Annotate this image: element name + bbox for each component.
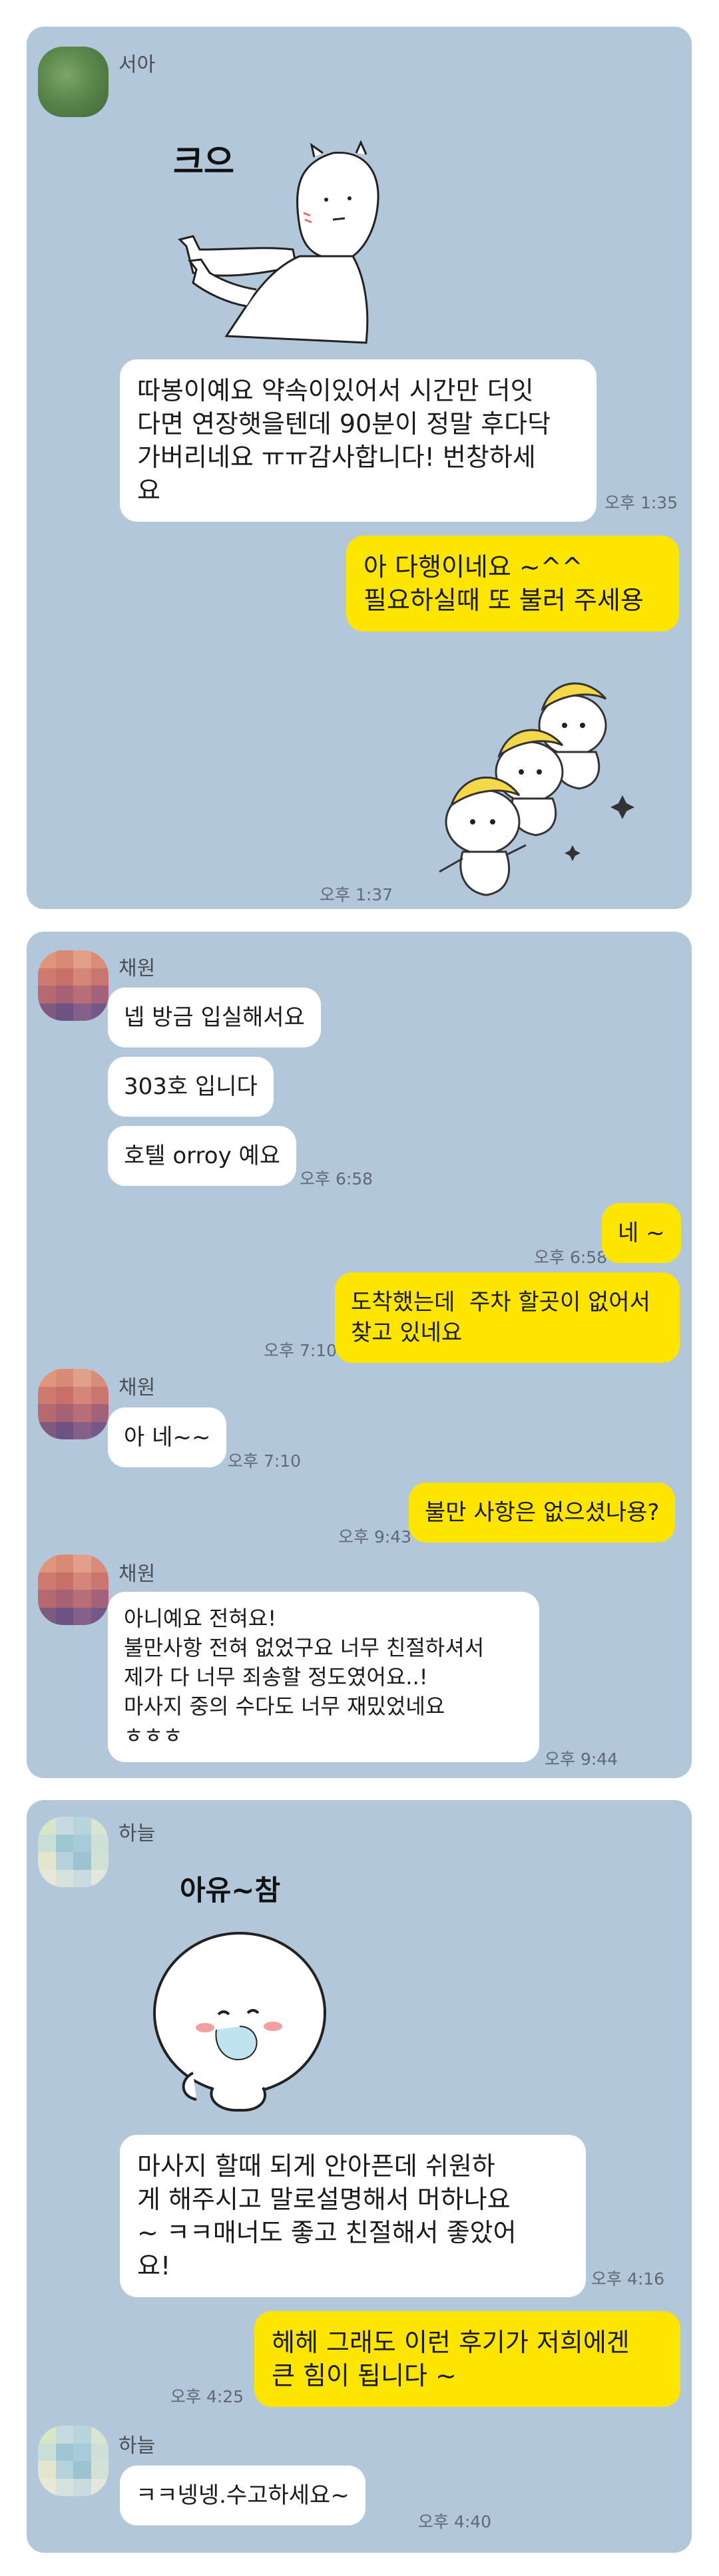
message-time: 오후 7:10 [264, 1341, 338, 1360]
message-time: 오후 6:58 [300, 1169, 373, 1189]
message-time: 오후 4:16 [591, 2269, 665, 2289]
message-time: 오후 9:44 [545, 1749, 618, 1769]
sender-name: 채원 [119, 1563, 156, 1586]
sticker-caption: 아유~참 [180, 1874, 280, 1907]
my-message-bubble[interactable]: 네 ~ [602, 1203, 681, 1263]
avatar-haneul[interactable] [38, 2426, 109, 2496]
chat-card-3: 하늘 아유~참 마사지 할때 되게 안아픈데 쉬원하 게 해주시고 말로설명해서… [27, 1800, 692, 2553]
message-time: 오후 1:35 [604, 493, 678, 512]
sender-name: 하늘 [119, 2434, 156, 2458]
chat-card-1: 서아 크으 따봉이예요 약속이있어서 시간만 더잇 다면 연장햇을텐데 90분이… [27, 27, 692, 909]
chat-card-2: 채원 넵 방금 입실해서요 303호 입니다 호텔 orroy 예요 오후 6:… [27, 932, 692, 1778]
avatar-haneul[interactable] [38, 1817, 109, 1887]
message-bubble[interactable]: 아 네~~ [108, 1407, 227, 1467]
avatar-chaewon[interactable] [38, 950, 109, 1021]
thumbs-up-sticker[interactable]: 크으 [133, 113, 426, 359]
message-bubble[interactable]: 넵 방금 입실해서요 [108, 988, 321, 1047]
sender-name: 채원 [119, 1376, 156, 1399]
message-bubble[interactable]: 아니예요 전혀요! 불만사항 전혀 없었구요 너무 친절하셔서 제가 다 너무 … [108, 1592, 539, 1762]
message-time: 오후 9:43 [338, 1527, 412, 1547]
my-message-bubble[interactable]: 헤헤 그래도 이런 후기가 저희에겐 큰 힘이 됩니다 ~ [254, 2311, 680, 2407]
sender-name: 하늘 [119, 1822, 156, 1845]
message-bubble[interactable]: 303호 입니다 [108, 1057, 274, 1117]
sender-name: 서아 [119, 53, 156, 77]
my-message-bubble[interactable]: 도착했는데 주차 할곳이 없어서 찾고 있네요 [335, 1272, 680, 1363]
avatar-chaewon[interactable] [38, 1369, 109, 1439]
message-time: 오후 6:58 [534, 1248, 608, 1267]
avatar-chaewon[interactable] [38, 1555, 109, 1625]
message-bubble[interactable]: 호텔 orroy 예요 [108, 1126, 297, 1186]
my-message-bubble[interactable]: 불만 사항은 없으셨나용? [409, 1483, 676, 1543]
message-bubble[interactable]: 따봉이예요 약속이있어서 시간만 더잇 다면 연장햇을텐데 90분이 정말 후다… [120, 359, 597, 522]
blushing-face-sticker[interactable]: 아유~참 [133, 1867, 333, 2119]
message-time: 오후 1:37 [320, 885, 393, 904]
sender-name: 채원 [119, 957, 156, 980]
sticker-caption: 크으 [173, 142, 234, 181]
avatar-seoa[interactable] [38, 47, 109, 117]
my-message-bubble[interactable]: 아 다행이네요 ~^^ 필요하실때 또 불러 주세용 [346, 536, 679, 632]
banana-hat-sticker[interactable] [426, 652, 686, 909]
message-bubble[interactable]: 마사지 할때 되게 안아픈데 쉬원하 게 해주시고 말로설명해서 머하나요 ~ … [120, 2135, 586, 2297]
message-time: 오후 7:10 [228, 1451, 302, 1471]
message-time: 오후 4:40 [418, 2512, 492, 2531]
message-bubble[interactable]: ㅋㅋ넹넹.수고하세요~ [120, 2466, 365, 2525]
message-time: 오후 4:25 [170, 2387, 244, 2406]
